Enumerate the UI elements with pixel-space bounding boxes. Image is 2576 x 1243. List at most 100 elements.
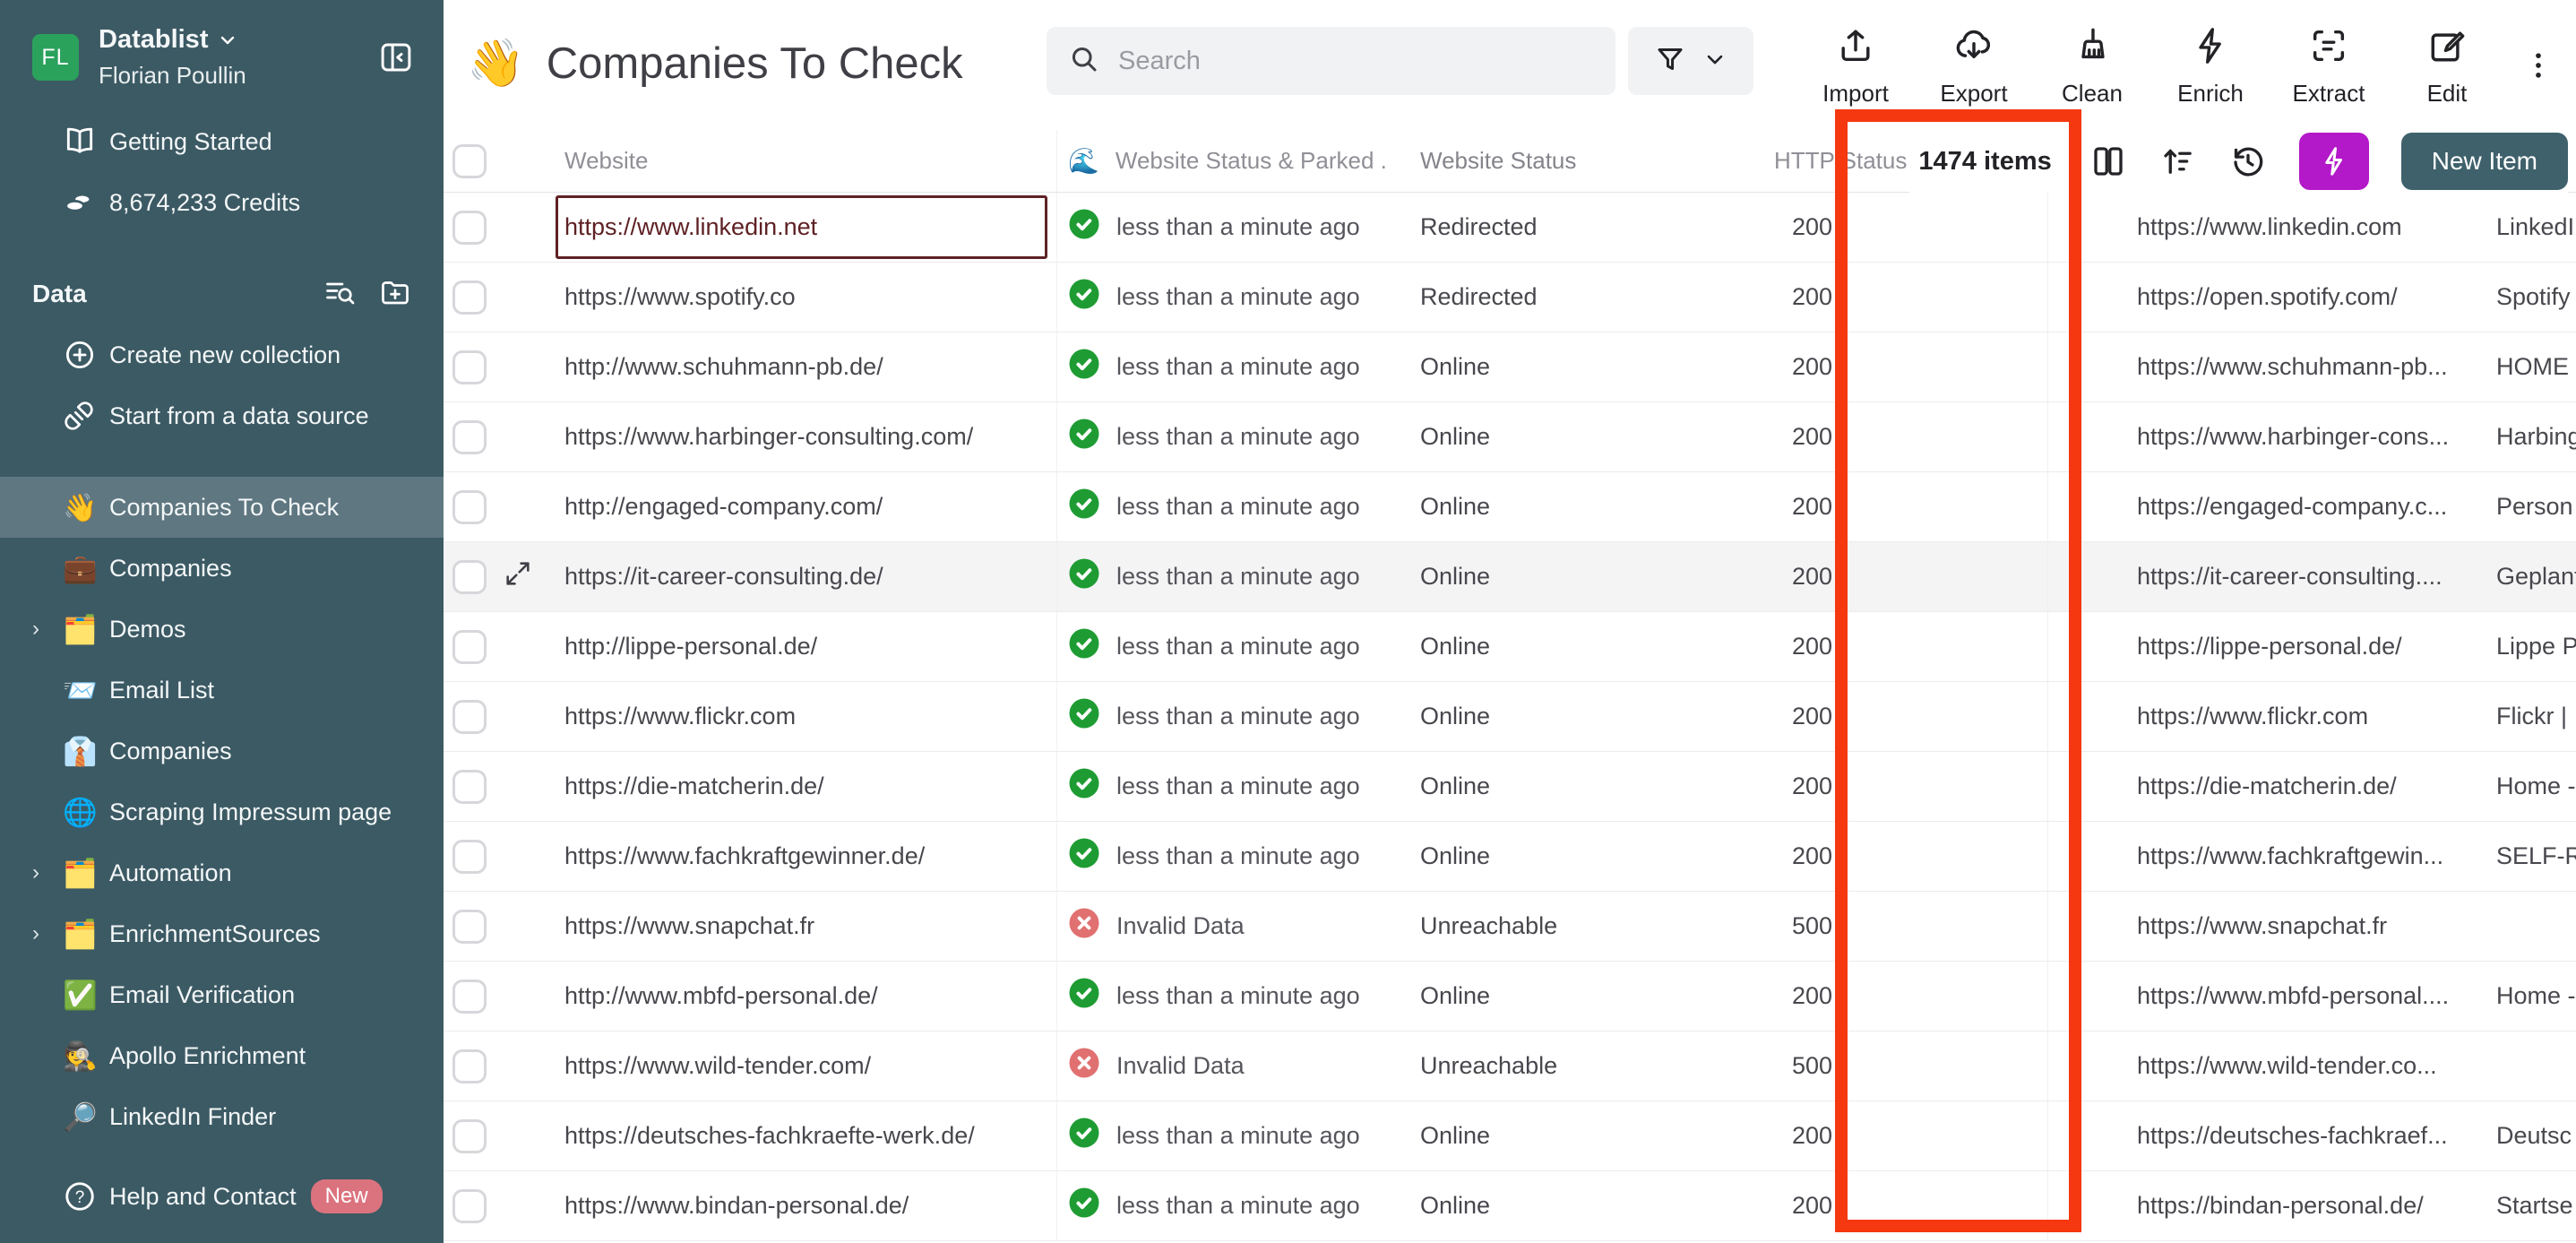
- cell-final-url[interactable]: https://www.linkedin.com: [2048, 193, 2482, 262]
- cell-website-status[interactable]: Online: [1391, 332, 1636, 401]
- cell-final-url[interactable]: https://www.mbfd-personal....: [2048, 962, 2482, 1031]
- cell-website[interactable]: https://www.flickr.com: [556, 682, 1057, 751]
- cell-http-code[interactable]: 200: [1636, 822, 2048, 891]
- cell-website[interactable]: https://deutsches-fachkraefte-werk.de/: [556, 1101, 1057, 1170]
- cell-http-code[interactable]: 200: [1636, 472, 2048, 541]
- cell-website-status[interactable]: Online: [1391, 1101, 1636, 1170]
- cell-check-status[interactable]: less than a minute ago: [1057, 263, 1391, 332]
- cell-http-code[interactable]: 200: [1636, 1171, 2048, 1240]
- cell-page-title[interactable]: HOME: [2482, 332, 2576, 401]
- cell-final-url[interactable]: https://lippe-personal.de/: [2048, 612, 2482, 681]
- cell-page-title[interactable]: [2482, 892, 2576, 961]
- cell-website[interactable]: http://www.mbfd-personal.de/: [556, 962, 1057, 1031]
- cell-final-url[interactable]: https://www.fachkraftgewin...: [2048, 822, 2482, 891]
- cell-page-title[interactable]: [2482, 1032, 2576, 1101]
- more-options-icon[interactable]: [2513, 36, 2563, 95]
- sidebar-item-scraping-impressum-page[interactable]: 🌐Scraping Impressum page: [0, 781, 444, 842]
- cell-final-url[interactable]: https://www.snapchat.fr: [2048, 892, 2482, 961]
- cell-page-title[interactable]: Spotify: [2482, 263, 2576, 332]
- column-header-parked[interactable]: 🌊Website Status & Parked .: [1057, 130, 1391, 192]
- row-checkbox[interactable]: [452, 1049, 487, 1083]
- automation-bolt-button[interactable]: [2299, 133, 2369, 190]
- cell-page-title[interactable]: Home -: [2482, 752, 2576, 821]
- workspace-meta[interactable]: Datablist Florian Poullin: [99, 25, 375, 90]
- cell-check-status[interactable]: less than a minute ago: [1057, 542, 1391, 611]
- cell-final-url[interactable]: https://deutsches-fachkraef...: [2048, 1101, 2482, 1170]
- sidebar-item-automation[interactable]: ›🗂️Automation: [0, 842, 444, 903]
- clean-button[interactable]: Clean: [2033, 16, 2151, 117]
- cell-website[interactable]: http://www.schuhmann-pb.de/: [556, 332, 1057, 401]
- cell-check-status[interactable]: less than a minute ago: [1057, 962, 1391, 1031]
- expand-chevron-icon[interactable]: ›: [32, 921, 63, 946]
- cell-http-code[interactable]: 200: [1636, 193, 2048, 262]
- sidebar-item-help[interactable]: ? Help and Contact New: [0, 1166, 444, 1227]
- cell-final-url[interactable]: https://engaged-company.c...: [2048, 472, 2482, 541]
- cell-website[interactable]: http://engaged-company.com/: [556, 472, 1057, 541]
- cell-final-url[interactable]: https://open.spotify.com/: [2048, 263, 2482, 332]
- cell-website[interactable]: https://it-career-consulting.de/: [556, 542, 1057, 611]
- cell-http-code[interactable]: 200: [1636, 752, 2048, 821]
- enrich-button[interactable]: Enrich: [2151, 16, 2270, 117]
- row-checkbox[interactable]: [452, 1189, 487, 1223]
- search-collections-icon[interactable]: [323, 276, 356, 313]
- cell-http-code[interactable]: 200: [1636, 1101, 2048, 1170]
- column-header-website[interactable]: Website: [556, 130, 1057, 192]
- search-input[interactable]: [1118, 47, 1594, 76]
- cell-page-title[interactable]: Harbing: [2482, 402, 2576, 471]
- sort-icon[interactable]: [2159, 142, 2197, 180]
- cell-http-code[interactable]: 200: [1636, 332, 2048, 401]
- cell-check-status[interactable]: less than a minute ago: [1057, 612, 1391, 681]
- export-button[interactable]: Export: [1915, 16, 2033, 117]
- cell-page-title[interactable]: Home -: [2482, 962, 2576, 1031]
- history-icon[interactable]: [2229, 142, 2267, 180]
- cell-check-status[interactable]: less than a minute ago: [1057, 682, 1391, 751]
- cell-website-status[interactable]: Online: [1391, 962, 1636, 1031]
- cell-page-title[interactable]: Deutsc: [2482, 1101, 2576, 1170]
- cell-website-status[interactable]: Online: [1391, 612, 1636, 681]
- row-checkbox[interactable]: [452, 1119, 487, 1153]
- select-all-checkbox[interactable]: [452, 144, 487, 178]
- cell-website-status[interactable]: Online: [1391, 822, 1636, 891]
- row-checkbox[interactable]: [452, 700, 487, 734]
- filter-button[interactable]: [1628, 27, 1753, 95]
- cell-page-title[interactable]: SELF-R: [2482, 822, 2576, 891]
- cell-final-url[interactable]: https://it-career-consulting....: [2048, 542, 2482, 611]
- cell-check-status[interactable]: Invalid Data: [1057, 892, 1391, 961]
- expand-chevron-icon[interactable]: ›: [32, 617, 63, 642]
- cell-http-code[interactable]: 500: [1636, 1032, 2048, 1101]
- cell-website[interactable]: https://www.harbinger-consulting.com/: [556, 402, 1057, 471]
- row-checkbox[interactable]: [452, 630, 487, 664]
- cell-page-title[interactable]: Lippe P: [2482, 612, 2576, 681]
- cell-website-status[interactable]: Redirected: [1391, 263, 1636, 332]
- cell-check-status[interactable]: less than a minute ago: [1057, 472, 1391, 541]
- cell-check-status[interactable]: less than a minute ago: [1057, 1171, 1391, 1240]
- sidebar-item-create-new-collection[interactable]: Create new collection: [0, 324, 444, 385]
- row-checkbox[interactable]: [452, 840, 487, 874]
- sidebar-item-apollo-enrichment[interactable]: 🕵️Apollo Enrichment: [0, 1025, 444, 1086]
- sidebar-item-email-verification[interactable]: ✅Email Verification: [0, 964, 444, 1025]
- extract-button[interactable]: Extract: [2270, 16, 2388, 117]
- cell-http-code[interactable]: 200: [1636, 402, 2048, 471]
- cell-final-url[interactable]: https://www.wild-tender.co...: [2048, 1032, 2482, 1101]
- cell-final-url[interactable]: https://www.harbinger-cons...: [2048, 402, 2482, 471]
- sidebar-item-companies[interactable]: 💼Companies: [0, 538, 444, 599]
- cell-website[interactable]: https://www.wild-tender.com/: [556, 1032, 1057, 1101]
- cell-page-title[interactable]: LinkedI: [2482, 193, 2576, 262]
- cell-website-status[interactable]: Online: [1391, 402, 1636, 471]
- cell-website-status[interactable]: Redirected: [1391, 193, 1636, 262]
- cell-page-title[interactable]: Person: [2482, 472, 2576, 541]
- cell-check-status[interactable]: less than a minute ago: [1057, 822, 1391, 891]
- row-checkbox[interactable]: [452, 211, 487, 245]
- columns-icon[interactable]: [2089, 142, 2127, 180]
- cell-http-code[interactable]: 500: [1636, 892, 2048, 961]
- cell-check-status[interactable]: less than a minute ago: [1057, 402, 1391, 471]
- expand-row-icon[interactable]: [503, 558, 533, 595]
- sidebar-item-8-674-233-credits[interactable]: 8,674,233 Credits: [0, 172, 444, 233]
- row-checkbox[interactable]: [452, 420, 487, 454]
- sidebar-item-start-from-a-data-source[interactable]: Start from a data source: [0, 385, 444, 446]
- cell-website[interactable]: https://www.spotify.co: [556, 263, 1057, 332]
- workspace-name[interactable]: Datablist: [99, 25, 375, 55]
- row-checkbox[interactable]: [452, 350, 487, 384]
- cell-website-status[interactable]: Online: [1391, 542, 1636, 611]
- new-folder-icon[interactable]: [379, 276, 411, 313]
